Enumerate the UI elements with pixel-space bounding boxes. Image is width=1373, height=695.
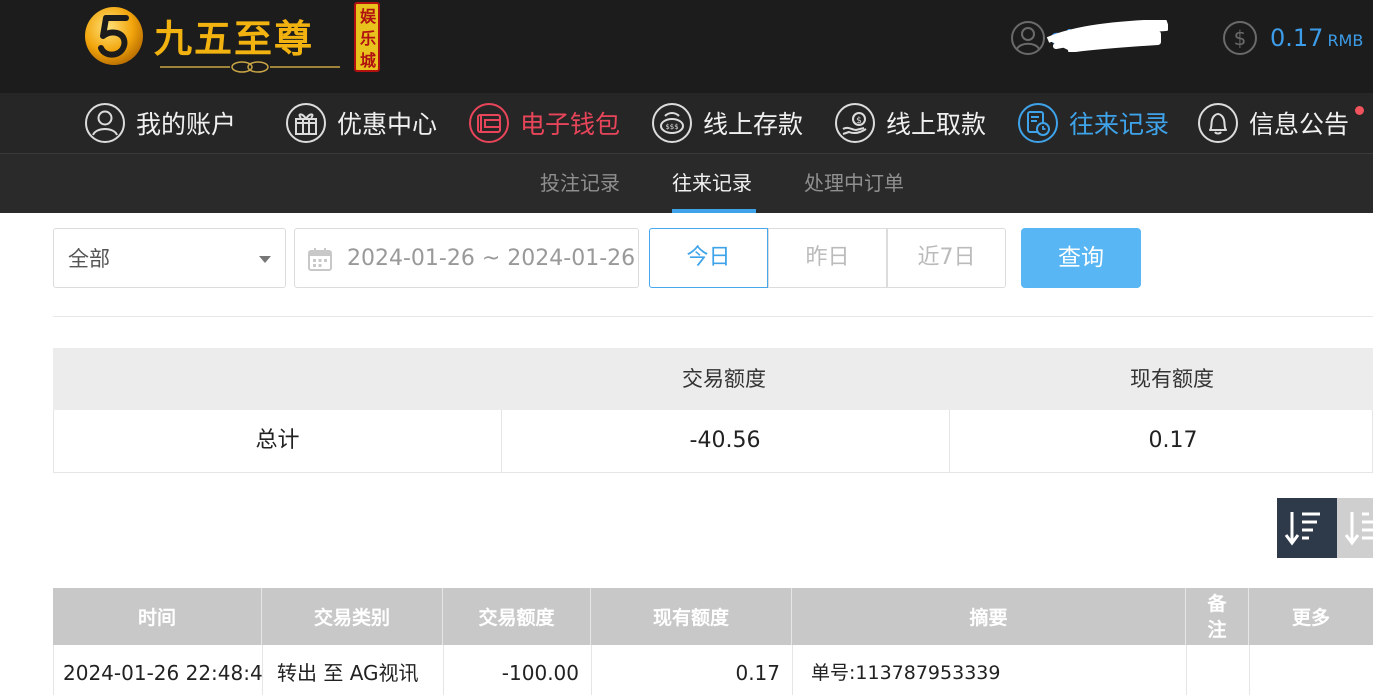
nav-item-online-withdraw[interactable]: $ 线上取款 [834, 101, 986, 145]
nav-label: 线上取款 [886, 110, 987, 139]
main-nav: 我的账户 优惠中心 电子钱包 $$$ 线上存款 $ 线上取款 往来记录 信息公告 [0, 93, 1373, 154]
header-type[interactable]: 交易类别 [262, 588, 443, 645]
type-select[interactable]: 全部 [53, 228, 286, 288]
gift-icon [286, 103, 326, 143]
nav-label: 优惠中心 [337, 110, 438, 139]
summary-header-current: 现有额度 [1130, 367, 1214, 391]
logo-ornament-icon [160, 61, 340, 73]
header-amount[interactable]: 交易额度 [443, 588, 591, 645]
balance-unit: RMB [1327, 31, 1364, 50]
nav-item-e-wallet[interactable]: 电子钱包 [468, 101, 620, 145]
user-icon [1011, 21, 1045, 55]
summary-header-transaction: 交易额度 [682, 367, 766, 391]
nav-item-online-deposit[interactable]: $$$ 线上存款 [651, 101, 803, 145]
summary-header-row: 交易额度 现有额度 [53, 348, 1373, 410]
nav-label: 电子钱包 [520, 110, 621, 139]
header-note[interactable]: 备注 [1186, 588, 1249, 645]
deposit-icon: $$$ [652, 103, 692, 143]
brand-badge: 娱乐城 [354, 2, 380, 72]
cell-more[interactable] [1250, 645, 1373, 695]
svg-text:$$$: $$$ [665, 123, 678, 131]
quick-yesterday-button[interactable]: 昨日 [768, 228, 887, 288]
dollar-icon: $ [1223, 21, 1257, 55]
divider [53, 316, 1373, 317]
query-button[interactable]: 查询 [1021, 228, 1141, 288]
quick-last7days-button[interactable]: 近7日 [887, 228, 1006, 288]
summary-total-transaction: -40.56 [689, 428, 761, 453]
calendar-icon [308, 248, 332, 271]
header-current[interactable]: 现有额度 [591, 588, 792, 645]
cell-note [1187, 645, 1250, 695]
header-more[interactable]: 更多 [1249, 588, 1373, 645]
type-select-value: 全部 [68, 247, 110, 271]
notification-dot [1355, 106, 1364, 115]
table-row: 2024-01-26 22:48:41 转出 至 AG视讯 -100.00 0.… [53, 645, 1373, 695]
nav-label: 信息公告 [1249, 110, 1350, 139]
sub-nav: 投注记录 往来记录 处理中订单 [0, 154, 1373, 213]
nav-label: 线上存款 [703, 110, 804, 139]
summary-total-row: 总计 -40.56 0.17 [53, 410, 1373, 473]
active-tab-indicator [672, 209, 756, 213]
sort-ascending-button[interactable] [1337, 498, 1373, 558]
cell-type: 转出 至 AG视讯 [263, 645, 444, 695]
svg-text:$: $ [1234, 26, 1247, 50]
sort-ascending-icon [1344, 512, 1373, 546]
top-bar: 九五至尊 娱乐城 c4lo9a0 $ 0.17RMB [0, 0, 1373, 93]
balance-value: 0.17 [1270, 24, 1324, 52]
tab-pending-orders[interactable]: 处理中订单 [804, 154, 904, 213]
header-time[interactable]: 时间 [53, 588, 262, 645]
records-icon [1018, 103, 1058, 143]
cell-time: 2024-01-26 22:48:41 [54, 645, 263, 695]
nav-item-promotions[interactable]: 优惠中心 [285, 101, 437, 145]
brand-name: 九五至尊 [154, 16, 315, 61]
redaction-scribble [1046, 20, 1168, 52]
header-summary[interactable]: 摘要 [792, 588, 1186, 645]
records-header-row: 时间 交易类别 交易额度 现有额度 摘要 备注 更多 [53, 588, 1373, 645]
bell-icon [1198, 103, 1238, 143]
withdraw-icon: $ [835, 103, 875, 143]
nav-item-transaction-records[interactable]: 往来记录 [1017, 101, 1169, 145]
tab-transaction-records[interactable]: 往来记录 [672, 154, 752, 213]
user-circle-icon [85, 103, 125, 143]
nav-label: 往来记录 [1069, 110, 1170, 139]
cell-current: 0.17 [592, 645, 793, 695]
cell-summary: 单号:113787953339 [793, 645, 1187, 695]
chevron-down-icon [259, 256, 271, 263]
nav-item-announcements[interactable]: 信息公告 [1197, 101, 1349, 145]
brand-badge-text: 娱乐城 [360, 7, 377, 70]
svg-text:$: $ [856, 116, 862, 126]
cell-amount: -100.00 [444, 645, 592, 695]
sort-descending-icon [1284, 512, 1320, 546]
summary-header-label [53, 348, 500, 410]
summary-total-label: 总计 [255, 428, 300, 453]
summary-total-current: 0.17 [1148, 428, 1198, 453]
quick-today-button[interactable]: 今日 [649, 228, 768, 288]
date-range-value: 2024-01-26 ~ 2024-01-26 [347, 246, 636, 271]
wallet-icon [469, 103, 509, 143]
balance-amount: 0.17 RMB [1270, 22, 1363, 57]
sort-descending-button[interactable] [1277, 498, 1337, 558]
nav-label: 我的账户 [136, 110, 237, 139]
logo-emblem-icon [85, 7, 143, 65]
date-range-picker[interactable]: 2024-01-26 ~ 2024-01-26 [294, 228, 639, 288]
tab-bet-records[interactable]: 投注记录 [540, 154, 620, 213]
nav-item-my-account[interactable]: 我的账户 [84, 101, 236, 145]
brand-logo[interactable]: 九五至尊 娱乐城 [82, 0, 382, 80]
